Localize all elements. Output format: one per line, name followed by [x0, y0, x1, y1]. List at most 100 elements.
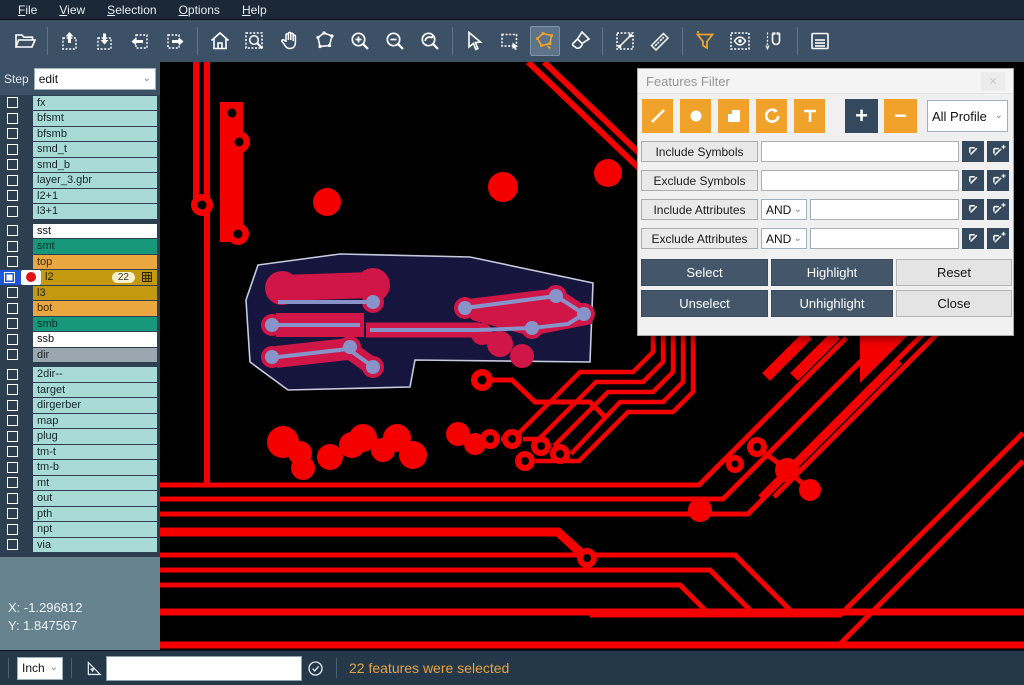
checkbox-icon[interactable]: [7, 241, 18, 252]
filter-value-input[interactable]: [761, 141, 959, 162]
dialog-title-bar[interactable]: Features Filter ✕: [638, 69, 1013, 94]
layer-checkbox-cell[interactable]: [0, 398, 33, 413]
layer-checkbox-cell[interactable]: [0, 460, 33, 475]
arrow-select-icon[interactable]: [962, 141, 984, 162]
layer-row-l3+1[interactable]: l3+1: [0, 204, 157, 220]
unselect-button[interactable]: Unselect: [641, 290, 768, 317]
layer-checkbox-cell[interactable]: [0, 445, 33, 460]
layer-row-bfsmb[interactable]: bfsmb: [0, 126, 157, 142]
layer-checkbox-cell[interactable]: [0, 255, 33, 270]
checkbox-icon[interactable]: [7, 477, 18, 488]
zoom-out-icon[interactable]: [380, 26, 410, 56]
grid-icon[interactable]: [142, 272, 152, 282]
command-input[interactable]: [106, 656, 302, 681]
highlight-button[interactable]: Highlight: [771, 259, 893, 286]
units-dropdown[interactable]: Inch ⌄: [17, 657, 63, 680]
layer-checkbox-cell[interactable]: [0, 367, 33, 382]
zoom-polygon-icon[interactable]: [310, 26, 340, 56]
layer-checkbox-cell[interactable]: [0, 127, 33, 142]
and-or-dropdown[interactable]: AND⌄: [761, 199, 807, 220]
layer-checkbox-cell[interactable]: [0, 507, 33, 522]
layer-checkbox-cell[interactable]: [0, 173, 33, 188]
select-arrow-icon[interactable]: [460, 26, 490, 56]
angle-measure-icon[interactable]: [80, 659, 106, 678]
unhighlight-button[interactable]: Unhighlight: [771, 290, 893, 317]
layer-checkbox-cell[interactable]: [0, 383, 33, 398]
checkbox-icon[interactable]: [7, 384, 18, 395]
layer-checkbox-cell[interactable]: [0, 224, 33, 239]
checkbox-icon[interactable]: [7, 334, 18, 345]
layer-checkbox-cell[interactable]: [0, 429, 33, 444]
layer-checkbox-cell[interactable]: [0, 348, 33, 363]
layer-checkbox-cell[interactable]: [0, 142, 33, 157]
select-button[interactable]: Select: [641, 259, 768, 286]
arrow-add-icon[interactable]: [987, 199, 1009, 220]
arrow-select-icon[interactable]: [962, 228, 984, 249]
checkbox-icon[interactable]: [7, 144, 18, 155]
profile-dropdown[interactable]: All Profile⌄: [927, 100, 1008, 132]
layer-row-map[interactable]: map: [0, 413, 157, 429]
layer-row-out[interactable]: out: [0, 491, 157, 507]
layer-checkbox-cell[interactable]: [0, 111, 33, 126]
layer-row-top[interactable]: top: [0, 254, 157, 270]
checkbox-icon[interactable]: [7, 493, 18, 504]
measure-line-icon[interactable]: [610, 26, 640, 56]
checkbox-icon[interactable]: [7, 349, 18, 360]
layer-row-via[interactable]: via: [0, 537, 157, 553]
checkbox-icon[interactable]: [7, 225, 18, 236]
checkbox-icon[interactable]: [7, 318, 18, 329]
layer-checkbox-cell[interactable]: [0, 204, 33, 219]
step-forward-icon[interactable]: [160, 26, 190, 56]
open-file-icon[interactable]: [10, 26, 40, 56]
filter-value-input[interactable]: [810, 228, 959, 249]
refresh-check-icon[interactable]: [302, 659, 328, 678]
layer-row-smt[interactable]: smt: [0, 239, 157, 255]
layer-active-checkbox-cell[interactable]: [0, 270, 21, 285]
layer-row-fx[interactable]: fx: [0, 95, 157, 111]
checkbox-icon[interactable]: [7, 113, 18, 124]
layer-row-layer_3.gbr[interactable]: layer_3.gbr: [0, 173, 157, 189]
layer-row-l2+1[interactable]: l2+1: [0, 188, 157, 204]
layer-row-smb[interactable]: smb: [0, 316, 157, 332]
layer-row-2dir--[interactable]: 2dir--: [0, 367, 157, 383]
arrow-select-icon[interactable]: [962, 199, 984, 220]
pan-hand-icon[interactable]: [275, 26, 305, 56]
layer-checkbox-cell[interactable]: [0, 476, 33, 491]
layer-row-bfsmt[interactable]: bfsmt: [0, 111, 157, 127]
arrow-add-icon[interactable]: [987, 228, 1009, 249]
filter-value-input[interactable]: [761, 170, 959, 191]
close-icon[interactable]: ✕: [981, 72, 1005, 91]
filter-row-label[interactable]: Include Symbols: [641, 141, 758, 162]
export-step-icon[interactable]: [55, 26, 85, 56]
layer-row-dirgerber[interactable]: dirgerber: [0, 398, 157, 414]
layer-row-pth[interactable]: pth: [0, 506, 157, 522]
add-filter-button[interactable]: +: [845, 99, 878, 133]
layer-checkbox-cell[interactable]: [0, 96, 33, 111]
checkbox-icon[interactable]: [7, 524, 18, 535]
step-dropdown[interactable]: edit ⌄: [34, 68, 156, 90]
select-rectangle-icon[interactable]: [495, 26, 525, 56]
layer-row-target[interactable]: target: [0, 382, 157, 398]
layer-row-ssb[interactable]: ssb: [0, 332, 157, 348]
layer-row-l3[interactable]: l3: [0, 285, 157, 301]
layer-checkbox-cell[interactable]: [0, 301, 33, 316]
checkbox-icon[interactable]: [7, 539, 18, 550]
checkbox-icon[interactable]: [7, 415, 18, 426]
snap-icon[interactable]: [760, 26, 790, 56]
checkbox-icon[interactable]: [7, 400, 18, 411]
checkbox-icon[interactable]: [7, 369, 18, 380]
layer-row-npt[interactable]: npt: [0, 522, 157, 538]
layers-panel-icon[interactable]: [805, 26, 835, 56]
menu-item-view[interactable]: View: [49, 2, 95, 18]
close-button[interactable]: Close: [896, 290, 1012, 317]
remove-filter-button[interactable]: −: [884, 99, 917, 133]
layer-row-plug[interactable]: plug: [0, 429, 157, 445]
layer-checkbox-cell[interactable]: [0, 189, 33, 204]
checkbox-icon[interactable]: [7, 128, 18, 139]
select-polygon-icon[interactable]: [530, 26, 560, 56]
checkbox-icon[interactable]: [7, 97, 18, 108]
layer-row-tm-t[interactable]: tm-t: [0, 444, 157, 460]
checkbox-icon[interactable]: [7, 303, 18, 314]
layer-checkbox-cell[interactable]: [0, 158, 33, 173]
arc-feature-icon[interactable]: [756, 99, 787, 133]
